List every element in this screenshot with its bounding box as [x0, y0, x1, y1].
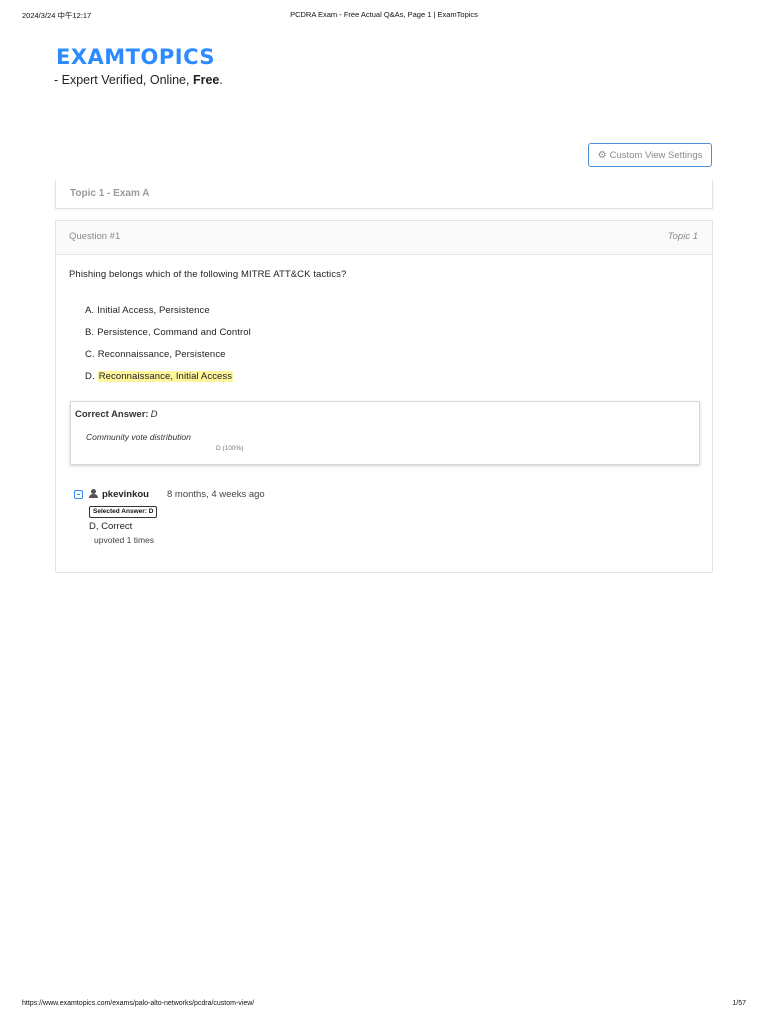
tagline-prefix: - Expert Verified, Online,: [54, 73, 193, 87]
correct-answer-label: Correct Answer:: [75, 409, 149, 420]
examtopics-logo[interactable]: EXAMTOPICS: [56, 45, 215, 69]
choice-text-highlighted: Reconnaissance, Initial Access: [97, 371, 234, 382]
choice-d[interactable]: D. Reconnaissance, Initial Access: [85, 371, 251, 393]
topic-title: Topic 1 - Exam A: [70, 188, 150, 199]
upvote-count: upvoted 1 times: [94, 535, 155, 545]
question-topic: Topic 1: [667, 231, 698, 242]
question-number: Question #1: [69, 231, 121, 242]
print-page-title: PCDRA Exam - Free Actual Q&As, Page 1 | …: [290, 10, 478, 19]
tagline: - Expert Verified, Online, Free.: [54, 73, 223, 87]
print-page-number: 1/57: [732, 1000, 746, 1007]
print-footer: https://www.examtopics.com/exams/palo-al…: [22, 1000, 746, 1012]
community-vote-label: Community vote distribution: [86, 432, 191, 442]
comment: pkevinkou 8 months, 4 weeks ago Selected…: [74, 489, 674, 553]
logo-text: EXAMTOPICS: [56, 45, 215, 69]
choice-a[interactable]: A. Initial Access, Persistence: [85, 305, 251, 327]
correct-answer: Correct Answer: D: [75, 409, 157, 420]
question-card: Question #1 Topic 1 Phishing belongs whi…: [55, 220, 713, 573]
choice-c[interactable]: C. Reconnaissance, Persistence: [85, 349, 251, 371]
choice-list: A. Initial Access, Persistence B. Persiste…: [85, 305, 251, 393]
correct-answer-value: D: [150, 409, 158, 420]
print-header: 2024/3/24 中午12:17 PCDRA Exam - Free Actu…: [22, 10, 746, 22]
choice-text: Initial Access, Persistence: [97, 305, 210, 316]
comment-time: 8 months, 4 weeks ago: [167, 489, 265, 500]
tagline-suffix: .: [219, 73, 223, 87]
comment-text: D, Correct: [89, 521, 133, 532]
custom-view-settings-label: Custom View Settings: [609, 149, 703, 161]
choice-letter: A.: [85, 305, 95, 316]
choice-b[interactable]: B. Persistence, Command and Control: [85, 327, 251, 349]
choice-letter: C.: [85, 349, 95, 360]
tagline-bold: Free: [192, 73, 220, 87]
selected-answer-badge: Selected Answer: D: [89, 506, 158, 518]
choice-letter: D.: [85, 371, 95, 382]
custom-view-settings-button[interactable]: ⚙ Custom View Settings: [588, 143, 712, 167]
question-header: Question #1 Topic 1: [56, 221, 712, 255]
choice-text: Reconnaissance, Persistence: [97, 349, 226, 360]
topic-header: Topic 1 - Exam A: [55, 180, 713, 209]
question-text: Phishing belongs which of the following …: [69, 269, 347, 280]
user-icon: [89, 489, 98, 499]
print-url: https://www.examtopics.com/exams/palo-al…: [22, 1000, 255, 1007]
collapse-icon[interactable]: [74, 490, 83, 499]
gear-icon: ⚙: [597, 149, 607, 161]
comment-username[interactable]: pkevinkou: [102, 489, 149, 500]
choice-letter: B.: [85, 327, 95, 338]
choice-text: Persistence, Command and Control: [97, 327, 251, 338]
correct-answer-box: Correct Answer: D Community vote distribu…: [70, 401, 700, 465]
vote-distribution: D (100%): [216, 445, 244, 452]
